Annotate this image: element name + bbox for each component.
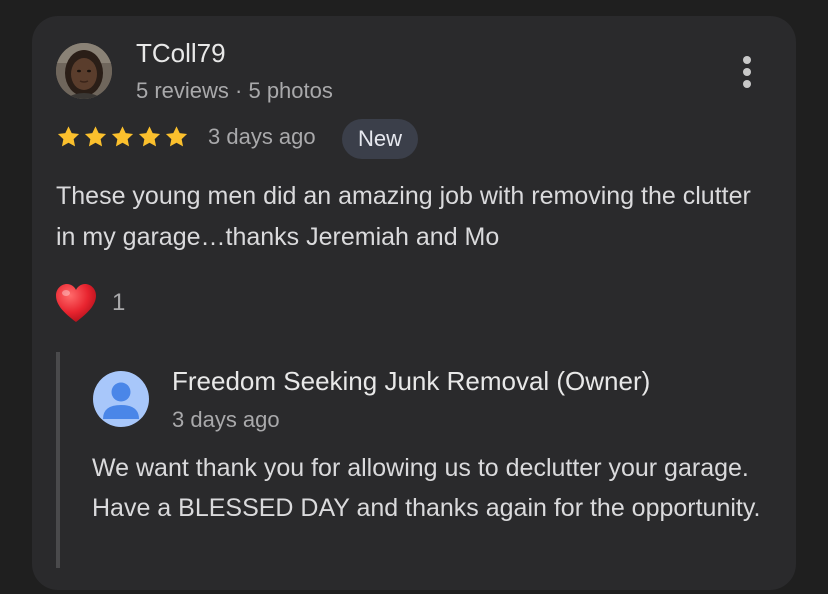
star-icon <box>165 126 188 147</box>
owner-name: Freedom Seeking Junk Removal (Owner) <box>172 366 651 396</box>
owner-reply-text: We want thank you for allowing us to dec… <box>92 454 761 522</box>
more-vert-icon <box>743 56 751 64</box>
star-icon <box>84 126 107 147</box>
reaction-count: 1 <box>112 289 126 316</box>
reviewer-photo <box>56 43 112 99</box>
more-vert-dot <box>743 68 751 76</box>
owner-avatar <box>93 371 149 427</box>
more-options-button[interactable] <box>732 52 762 92</box>
star-icon <box>111 126 134 147</box>
star-icon <box>138 126 161 147</box>
owner-reply: Freedom Seeking Junk Removal (Owner) 3 d… <box>56 352 768 568</box>
review-text: These young men did an amazing job with … <box>56 182 751 251</box>
star-rating <box>55 124 190 150</box>
person-icon <box>103 382 139 419</box>
heart-icon[interactable] <box>54 282 98 324</box>
owner-reply-date: 3 days ago <box>172 407 280 432</box>
star-icon <box>57 126 80 147</box>
more-vert-dot <box>743 80 751 88</box>
new-badge: New <box>342 119 419 159</box>
reviewer-avatar[interactable] <box>56 43 112 99</box>
review-card: TColl79 5 reviews · 5 photos 3 days ago … <box>32 16 796 590</box>
reviewer-meta: 5 reviews · 5 photos <box>136 78 333 103</box>
review-date: 3 days ago <box>208 124 316 149</box>
reviewer-name[interactable]: TColl79 <box>136 38 226 69</box>
